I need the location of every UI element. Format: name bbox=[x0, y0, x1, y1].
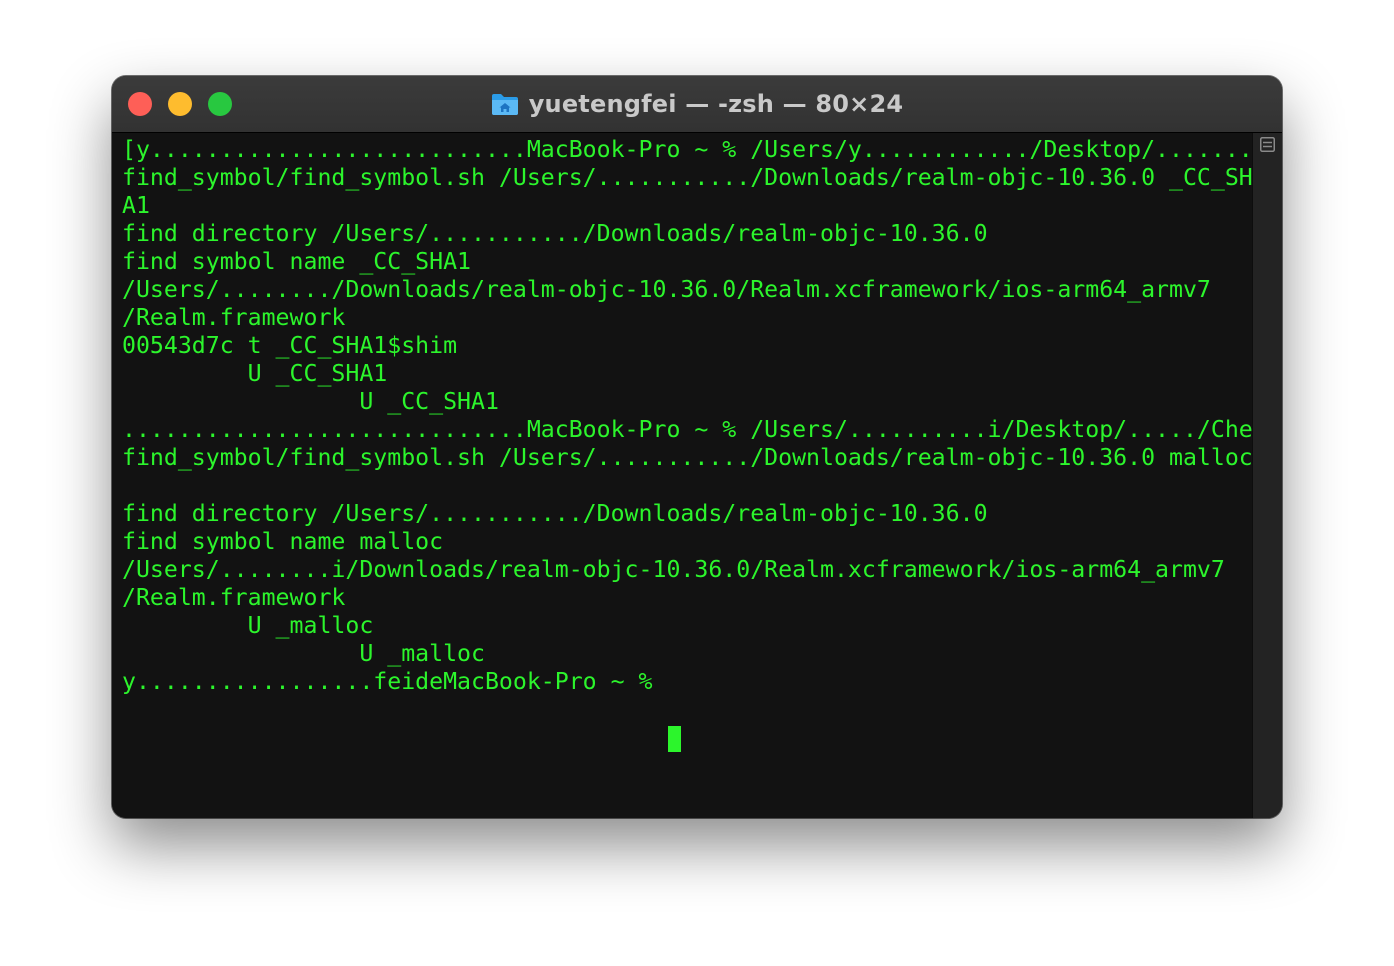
title-bar[interactable]: yuetengfei — -zsh — 80×24 bbox=[112, 76, 1282, 133]
terminal-line: y.................feideMacBook-Pro ~ % bbox=[122, 668, 667, 695]
terminal-line: U _malloc bbox=[122, 612, 374, 639]
scrollbar[interactable] bbox=[1252, 133, 1282, 818]
terminal-line: /Users/......../Downloads/realm-objc-10.… bbox=[122, 276, 1211, 303]
window-title-group: yuetengfei — -zsh — 80×24 bbox=[112, 76, 1282, 132]
folder-home-icon bbox=[491, 94, 518, 115]
terminal-line: /Users/........i/Downloads/realm-objc-10… bbox=[122, 556, 1225, 583]
terminal-line: find directory /Users/.........../Downlo… bbox=[122, 220, 988, 247]
terminal-line: U _CC_SHA1 bbox=[122, 360, 388, 387]
terminal-line: /Realm.framework bbox=[122, 304, 346, 331]
terminal-line: find symbol name malloc bbox=[122, 528, 444, 555]
terminal-line: [y...........................MacBook-Pro… bbox=[122, 136, 1282, 163]
terminal-line: .............................MacBook-Pro… bbox=[122, 416, 1282, 443]
terminal-content[interactable]: [y...........................MacBook-Pro… bbox=[112, 133, 1282, 818]
terminal-line: 00543d7c t _CC_SHA1$shim bbox=[122, 332, 458, 359]
terminal-line: /Realm.framework bbox=[122, 584, 346, 611]
terminal-cursor bbox=[668, 726, 681, 752]
terminal-window: yuetengfei — -zsh — 80×24 [y............… bbox=[112, 76, 1282, 818]
terminal-line: find_symbol/find_symbol.sh /Users/......… bbox=[122, 444, 1253, 471]
terminal-line: find directory /Users/.........../Downlo… bbox=[122, 500, 988, 527]
terminal-line: find symbol name _CC_SHA1 bbox=[122, 248, 472, 275]
terminal-line: U _malloc bbox=[122, 640, 485, 667]
terminal-line: U _CC_SHA1 bbox=[122, 388, 499, 415]
terminal-line: find_symbol/find_symbol.sh /Users/......… bbox=[122, 164, 1253, 191]
terminal-line: A1 bbox=[122, 192, 150, 219]
window-title: yuetengfei — -zsh — 80×24 bbox=[528, 90, 904, 118]
terminal-output[interactable]: [y...........................MacBook-Pro… bbox=[122, 136, 1282, 696]
split-pane-icon[interactable] bbox=[1260, 137, 1275, 152]
